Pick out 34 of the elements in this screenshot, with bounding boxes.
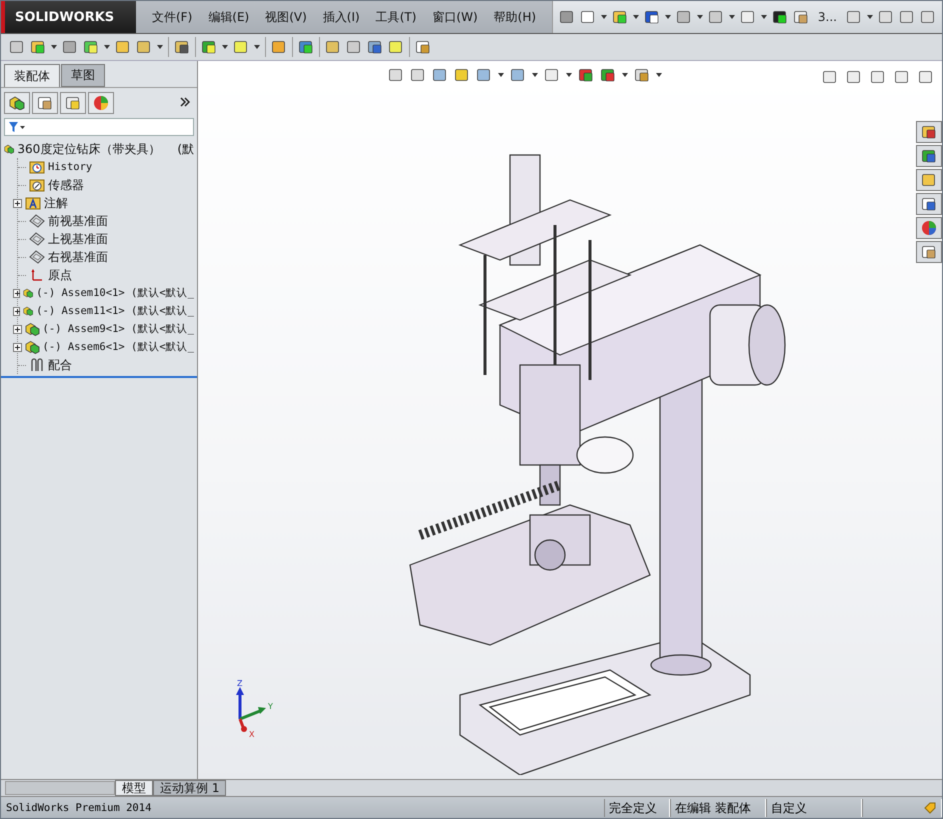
product-name: SolidWorks Premium 2014: [5, 802, 152, 814]
tree-item[interactable]: 原点: [48, 266, 72, 284]
tree-item[interactable]: 注解: [44, 194, 68, 212]
menu-item[interactable]: 视图(V): [257, 8, 315, 26]
tree-item[interactable]: (-) Assem10<1> (默认<默认_: [36, 286, 194, 300]
tree-item[interactable]: 右视基准面: [48, 248, 108, 266]
tree-item[interactable]: 传感器: [48, 176, 84, 194]
tree-item[interactable]: 上视基准面: [48, 230, 108, 248]
tree-item[interactable]: (-) Assem9<1> (默认<默认_: [42, 322, 194, 336]
menu-item[interactable]: 文件(F): [144, 8, 200, 26]
menu-item[interactable]: 插入(I): [314, 8, 368, 26]
tree-item[interactable]: (-) Assem6<1> (默认<默认_: [42, 340, 194, 354]
z-axis-label: Z: [237, 679, 242, 688]
units-status[interactable]: 自定义: [766, 798, 862, 816]
tree-root-label[interactable]: 360度定位钻床（带夹具）: [17, 140, 160, 158]
configuration-label: (默: [177, 140, 194, 158]
x-axis-label: X: [249, 730, 254, 739]
definition-status: 完全定义: [604, 798, 670, 816]
editing-status: 在编辑 装配体: [670, 798, 766, 816]
bottom-tab[interactable]: 模型: [115, 780, 153, 796]
y-axis-label: Y: [268, 702, 273, 711]
app-logo: SOLIDWORKS: [1, 1, 136, 33]
quick-label[interactable]: 3...: [814, 10, 841, 24]
tree-item[interactable]: 配合: [48, 356, 72, 374]
panel-tab[interactable]: 草图: [61, 64, 105, 87]
panel-tab[interactable]: 装配体: [4, 64, 60, 87]
tree-item[interactable]: History: [48, 161, 92, 173]
menu-item[interactable]: 帮助(H): [486, 8, 544, 26]
menu-item[interactable]: 工具(T): [368, 8, 424, 26]
bottom-tab[interactable]: 运动算例 1: [153, 780, 226, 796]
menu-item[interactable]: 编辑(E): [200, 8, 258, 26]
tree-item[interactable]: 前视基准面: [48, 212, 108, 230]
menu-item[interactable]: 窗口(W): [424, 8, 486, 26]
tree-item[interactable]: (-) Assem11<1> (默认<默认_: [36, 304, 194, 318]
